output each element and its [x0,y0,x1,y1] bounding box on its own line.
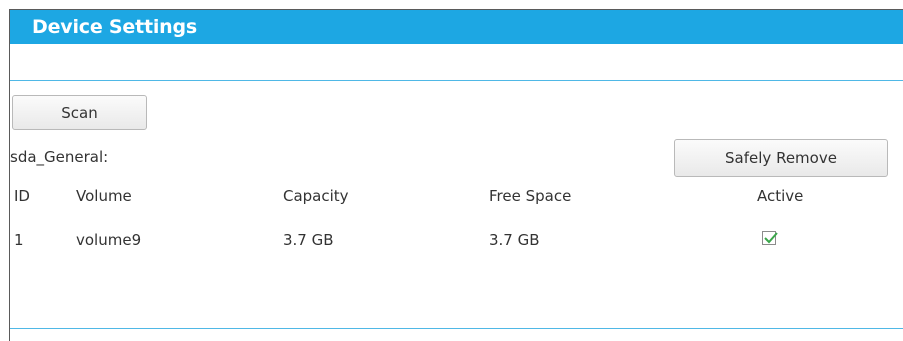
safely-remove-button[interactable]: Safely Remove [674,139,888,177]
panel-header: Device Settings [10,10,903,44]
top-divider [10,80,903,81]
scan-button[interactable]: Scan [12,95,147,130]
column-header-volume: Volume [76,187,132,205]
column-header-id: ID [14,187,30,205]
column-header-free-space: Free Space [489,187,572,205]
column-header-active: Active [757,187,804,205]
page-title: Device Settings [32,16,198,38]
column-header-capacity: Capacity [283,187,349,205]
cell-capacity: 3.7 GB [283,231,334,249]
device-settings-panel: Device Settings Scan sda_General: Safely… [9,9,903,341]
cell-volume: volume9 [76,231,142,249]
bottom-divider [10,328,903,329]
active-checkbox[interactable] [762,231,778,245]
cell-free-space: 3.7 GB [489,231,540,249]
device-name-label: sda_General: [10,148,109,166]
checkmark-icon [764,232,778,244]
cell-id: 1 [14,231,24,249]
